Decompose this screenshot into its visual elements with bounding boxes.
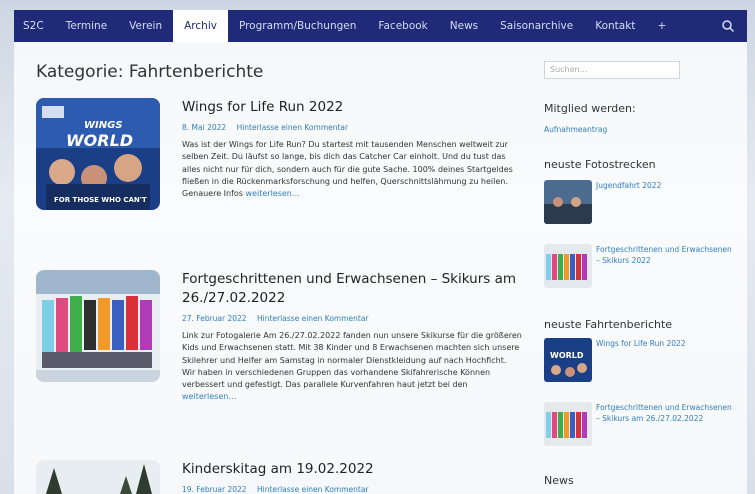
nav-item-termine[interactable]: Termine xyxy=(55,10,118,42)
membership-form-link[interactable]: Aufnahmeantrag xyxy=(544,124,607,135)
post-comment-link[interactable]: Hinterlasse einen Kommentar xyxy=(257,485,369,494)
photo-link[interactable]: Jugendfahrt 2022 xyxy=(596,180,734,191)
photo-item[interactable]: Jugendfahrt 2022 xyxy=(544,180,734,224)
post-title[interactable]: Wings for Life Run 2022 xyxy=(182,98,522,117)
svg-text:WORLD: WORLD xyxy=(550,351,584,360)
report-thumbnail[interactable] xyxy=(544,402,592,446)
nav-item-verein[interactable]: Verein xyxy=(118,10,173,42)
nav-item-more[interactable]: + xyxy=(646,10,677,42)
read-more-link[interactable]: weiterlesen… xyxy=(246,189,300,198)
search-input[interactable]: Suchen… xyxy=(544,61,680,79)
post-date[interactable]: 27. Februar 2022 xyxy=(182,314,247,323)
nav-item-archiv[interactable]: Archiv xyxy=(173,10,228,42)
content-area: Kategorie: Fahrtenberichte WORLD WINGS F… xyxy=(14,42,747,494)
main-nav: S2C Termine Verein Archiv Programm/Buchu… xyxy=(14,10,747,42)
post-meta: 27. Februar 2022 Hinterlasse einen Komme… xyxy=(182,314,522,323)
post-item: Fortgeschrittenen und Erwachsenen – Skik… xyxy=(36,270,526,401)
post-item: WORLD WINGS FOR THOSE WHO CAN'T Wings fo… xyxy=(36,98,526,218)
photo-item[interactable]: Fortgeschrittenen und Erwachsenen – Skik… xyxy=(544,244,734,288)
photos-heading: neuste Fotostrecken xyxy=(544,158,656,171)
nav-item-kontakt[interactable]: Kontakt xyxy=(584,10,646,42)
post-thumbnail[interactable] xyxy=(36,270,160,382)
post-excerpt: Link zur Fotogalerie Am 26./27.02.2022 f… xyxy=(182,330,522,404)
nav-item-saisonarchive[interactable]: Saisonarchive xyxy=(489,10,584,42)
report-link[interactable]: Fortgeschrittenen und Erwachsenen – Skik… xyxy=(596,402,734,424)
nav-item-facebook[interactable]: Facebook xyxy=(367,10,438,42)
post-title[interactable]: Fortgeschrittenen und Erwachsenen – Skik… xyxy=(182,270,522,308)
search-icon[interactable] xyxy=(721,19,735,33)
post-comment-link[interactable]: Hinterlasse einen Kommentar xyxy=(257,314,369,323)
post-date[interactable]: 8. Mai 2022 xyxy=(182,123,226,132)
nav-item-programm[interactable]: Programm/Buchungen xyxy=(228,10,367,42)
post-comment-link[interactable]: Hinterlasse einen Kommentar xyxy=(237,123,349,132)
svg-text:WORLD: WORLD xyxy=(66,131,133,150)
report-link[interactable]: Wings for Life Run 2022 xyxy=(596,338,734,349)
report-item[interactable]: Fortgeschrittenen und Erwachsenen – Skik… xyxy=(544,402,734,446)
post-excerpt: Was ist der Wings for Life Run? Du start… xyxy=(182,139,522,200)
nav-item-news[interactable]: News xyxy=(439,10,489,42)
post-thumbnail[interactable] xyxy=(36,460,160,494)
reports-heading: neuste Fahrtenberichte xyxy=(544,318,673,331)
post-excerpt-text: Was ist der Wings for Life Run? Du start… xyxy=(182,140,513,199)
news-heading: News xyxy=(544,474,574,487)
post-meta: 8. Mai 2022 Hinterlasse einen Kommentar xyxy=(182,123,522,132)
report-item[interactable]: WORLD Wings for Life Run 2022 xyxy=(544,338,734,382)
post-title[interactable]: Kinderskitag am 19.02.2022 xyxy=(182,460,522,479)
post-thumbnail[interactable]: WORLD WINGS FOR THOSE WHO CAN'T xyxy=(36,98,160,210)
post-meta: 19. Februar 2022 Hinterlasse einen Komme… xyxy=(182,485,522,494)
photo-thumbnail[interactable] xyxy=(544,244,592,288)
post-date[interactable]: 19. Februar 2022 xyxy=(182,485,247,494)
photo-thumbnail[interactable] xyxy=(544,180,592,224)
page-title: Kategorie: Fahrtenberichte xyxy=(36,62,264,82)
read-more-link[interactable]: weiterlesen… xyxy=(182,392,236,401)
photo-link[interactable]: Fortgeschrittenen und Erwachsenen – Skik… xyxy=(596,244,734,266)
svg-text:WINGS: WINGS xyxy=(84,120,123,131)
member-heading: Mitglied werden: xyxy=(544,102,636,115)
post-item: Kinderskitag am 19.02.2022 19. Februar 2… xyxy=(36,460,526,494)
svg-text:FOR THOSE WHO CAN'T: FOR THOSE WHO CAN'T xyxy=(54,196,147,204)
nav-item-s2c[interactable]: S2C xyxy=(14,10,55,42)
report-thumbnail[interactable]: WORLD xyxy=(544,338,592,382)
post-excerpt-text: Link zur Fotogalerie Am 26./27.02.2022 f… xyxy=(182,331,522,390)
